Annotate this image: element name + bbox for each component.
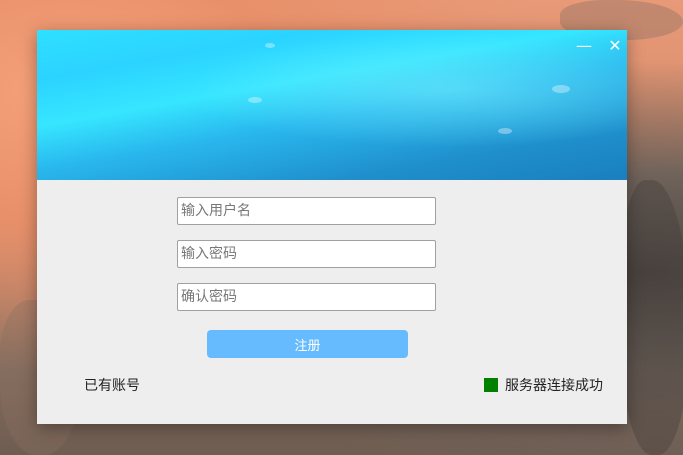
banner-bubble (265, 43, 275, 48)
header-banner: — ✕ (37, 30, 627, 180)
minimize-button[interactable]: — (574, 36, 594, 56)
server-status-text: 服务器连接成功 (505, 378, 603, 394)
close-button[interactable]: ✕ (605, 36, 625, 56)
status-indicator-icon (484, 378, 498, 392)
banner-bubble (552, 85, 570, 93)
username-input[interactable] (177, 197, 436, 225)
register-window: — ✕ 注册 已有账号 服务器连接成功 (37, 30, 627, 424)
password-input[interactable] (177, 240, 436, 268)
confirm-password-input[interactable] (177, 283, 436, 311)
banner-bubble (248, 97, 262, 103)
register-button[interactable]: 注册 (207, 330, 408, 358)
has-account-link[interactable]: 已有账号 (84, 375, 140, 395)
banner-bubble (498, 128, 512, 134)
server-status: 服务器连接成功 (484, 375, 603, 395)
wallpaper-rock (620, 180, 683, 455)
